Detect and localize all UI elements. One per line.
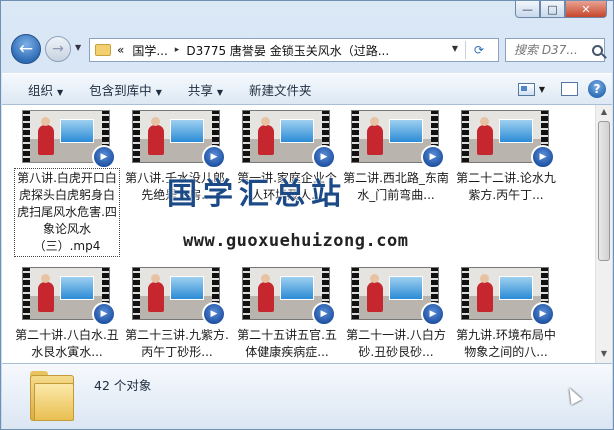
refresh-icon: ⟳ <box>473 43 485 57</box>
file-name: 第二十一讲.八白方砂.丑砂艮砂... <box>346 328 446 359</box>
share-label: 共享 <box>187 82 213 98</box>
media-player-icon: ▶ <box>531 145 555 169</box>
media-player-icon: ▶ <box>92 302 116 326</box>
back-button[interactable]: ← <box>11 34 41 64</box>
folder-icon <box>30 371 74 421</box>
recent-pages-dropdown[interactable]: ▼ <box>75 43 81 52</box>
chevron-down-icon: ▼ <box>57 87 64 97</box>
media-player-icon: ▶ <box>421 302 445 326</box>
include-in-library-button[interactable]: 包含到库中 ▼ <box>89 80 162 99</box>
arrow-right-icon: → <box>52 41 64 57</box>
chevron-right-icon[interactable]: ▸ <box>175 45 180 55</box>
search-box <box>505 38 605 62</box>
arrow-left-icon: ← <box>18 39 34 59</box>
forward-button[interactable]: → <box>45 36 71 62</box>
media-player-icon: ▶ <box>202 145 226 169</box>
file-name: 第二十讲.八白水.丑水艮水寅水... <box>15 328 119 359</box>
include-in-library-label: 包含到库中 <box>89 82 152 98</box>
maximize-button[interactable]: □ <box>540 1 565 18</box>
watermark-url: www.guoxuehuizong.com <box>183 231 409 251</box>
address-dropdown[interactable]: ▼ <box>452 44 458 53</box>
view-dropdown[interactable]: ▼ <box>539 85 545 94</box>
chevron-down-icon: ▼ <box>216 87 224 97</box>
scroll-up-icon[interactable]: ▲ <box>598 107 610 119</box>
chevron-down-icon: ▼ <box>155 87 162 97</box>
folder-icon <box>95 44 111 56</box>
media-player-icon: ▶ <box>312 302 336 326</box>
details-pane: 42 个对象 <box>2 363 612 429</box>
file-name: 第二讲.西北路_东南水_门前弯曲... <box>343 171 449 202</box>
media-player-icon: ▶ <box>312 145 336 169</box>
caption-buttons: — □ ✕ <box>515 1 607 18</box>
breadcrumb-item-1[interactable]: 国学... <box>132 42 167 59</box>
share-button[interactable]: 共享 ▼ <box>188 80 223 99</box>
organize-button[interactable]: 组织 ▼ <box>28 80 63 99</box>
close-button[interactable]: ✕ <box>565 1 607 18</box>
file-name: 第九讲.环境布局中物象之间的八... <box>456 328 556 359</box>
breadcrumb-item-2[interactable]: D3775 唐誉晏 金锁玉关风水（过路... <box>186 42 389 59</box>
view-controls: ▼ ? <box>517 80 606 98</box>
item-count: 42 个对象 <box>94 378 152 393</box>
search-icon[interactable] <box>592 44 603 56</box>
explorer-window: — □ ✕ ← → ▼ « 国学... ▸ D3775 唐誉晏 金锁玉关风水（过… <box>0 0 614 430</box>
minimize-button[interactable]: — <box>515 1 540 18</box>
media-player-icon: ▶ <box>421 145 445 169</box>
organize-label: 组织 <box>28 82 54 98</box>
view-icon[interactable] <box>517 82 535 96</box>
file-name: 第二十二讲.论水九紫方.丙午丁... <box>456 171 556 202</box>
new-folder-button[interactable]: 新建文件夹 <box>249 80 312 99</box>
help-icon[interactable]: ? <box>588 80 606 98</box>
file-list: ▶ 第八讲.白虎开口白虎探头白虎躬身白虎扫尾风水危害.四象论风水（三）.mp4 ▶ 第… <box>2 105 612 363</box>
refresh-button[interactable]: ⟳ <box>465 41 492 59</box>
file-name: 第八讲.白虎开口白虎探头白虎躬身白虎扫尾风水危害.四象论风水（三）.mp4 <box>14 168 120 257</box>
search-input[interactable] <box>512 42 590 58</box>
media-player-icon: ▶ <box>202 302 226 326</box>
navigation-bar: ← → ▼ « 国学... ▸ D3775 唐誉晏 金锁玉关风水（过路... ▼… <box>9 34 607 68</box>
file-name: 第二十三讲.九紫方.丙午丁砂形... <box>125 328 229 359</box>
media-player-icon: ▶ <box>92 145 116 169</box>
address-bar[interactable]: « 国学... ▸ D3775 唐誉晏 金锁玉关风水（过路... ▼ ⟳ <box>89 38 499 62</box>
vertical-scrollbar[interactable]: ▲ ▼ <box>595 105 612 363</box>
file-name: 第二十五讲五官.五体健康疾病症... <box>237 328 337 359</box>
scrollbar-thumb[interactable] <box>598 121 610 261</box>
breadcrumb-overflow[interactable]: « <box>117 43 124 57</box>
preview-pane-icon[interactable] <box>561 82 578 96</box>
watermark-title: 国学汇总站 <box>167 177 347 212</box>
media-player-icon: ▶ <box>531 302 555 326</box>
command-bar: 组织 ▼ 包含到库中 ▼ 共享 ▼ 新建文件夹 ▼ ? <box>2 73 612 105</box>
scroll-down-icon[interactable]: ▼ <box>598 349 610 361</box>
